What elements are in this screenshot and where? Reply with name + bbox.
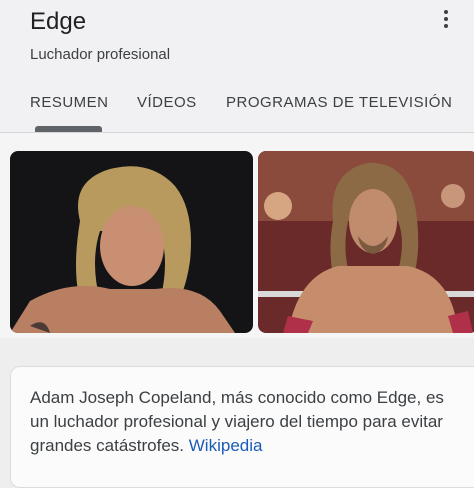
tab-videos[interactable]: VÍDEOS bbox=[137, 94, 197, 111]
image-1[interactable] bbox=[10, 151, 253, 333]
description-text: Adam Joseph Copeland, más conocido como … bbox=[30, 386, 450, 458]
tab-tv-programs[interactable]: PROGRAMAS DE TELEVISIÓN bbox=[226, 94, 452, 111]
entity-subtitle: Luchador profesional bbox=[30, 46, 171, 63]
more-options-icon[interactable] bbox=[436, 10, 456, 32]
image-2[interactable] bbox=[258, 151, 474, 333]
wikipedia-link[interactable]: Wikipedia bbox=[189, 436, 263, 455]
image-carousel bbox=[0, 133, 474, 338]
tab-resumen[interactable]: RESUMEN bbox=[30, 94, 109, 111]
knowledge-panel-header: Edge Luchador profesional RESUMEN VÍDEOS… bbox=[0, 0, 474, 134]
entity-title: Edge bbox=[30, 8, 87, 35]
section-separator bbox=[0, 338, 474, 366]
